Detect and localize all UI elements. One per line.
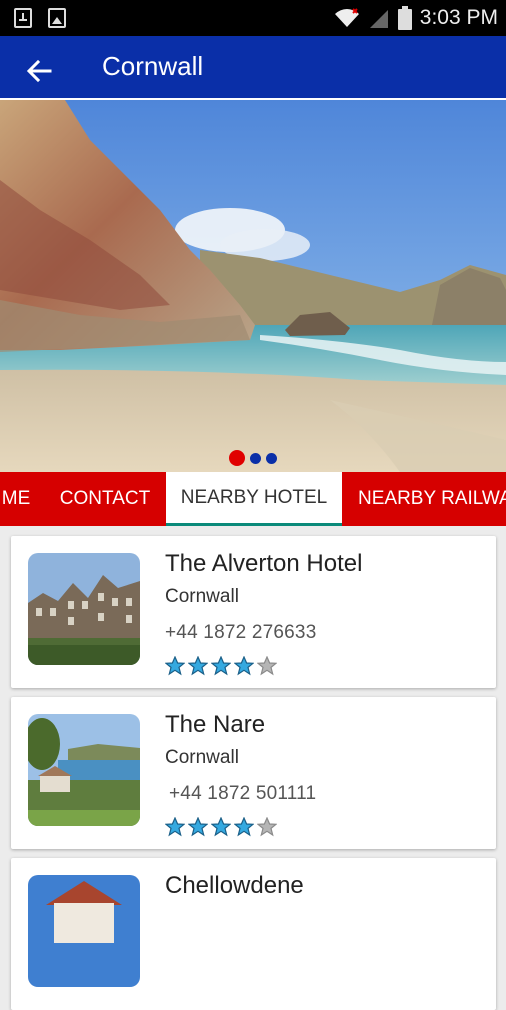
tab-bar: ME CONTACT NEARBY HOTEL NEARBY RAILWA xyxy=(0,472,506,526)
carousel-indicators xyxy=(0,450,506,466)
star-filled-icon xyxy=(188,656,208,676)
hotel-rating xyxy=(165,817,277,837)
coastal-hotel-photo xyxy=(28,714,140,826)
star-filled-icon xyxy=(211,656,231,676)
star-filled-icon xyxy=(211,817,231,837)
carousel-dot[interactable] xyxy=(266,452,277,464)
image-carousel[interactable] xyxy=(0,100,506,472)
hotel-phone[interactable]: +44 1872 501111 xyxy=(169,783,316,805)
beach-cliff-photo xyxy=(0,100,506,472)
hotel-rating xyxy=(165,656,277,676)
image-notification-icon xyxy=(48,8,66,28)
battery-icon xyxy=(397,6,412,30)
hotel-name: Chellowdene xyxy=(165,872,304,899)
arrow-left-icon xyxy=(26,59,52,83)
star-empty-icon xyxy=(257,817,277,837)
hotel-building-photo xyxy=(28,553,140,665)
hotel-location: Cornwall xyxy=(165,586,239,607)
download-notification-icon xyxy=(14,8,32,28)
app-bar: Cornwall xyxy=(0,36,506,100)
signal-icon xyxy=(369,10,388,28)
carousel-dot[interactable] xyxy=(229,450,245,466)
star-filled-icon xyxy=(234,656,254,676)
wifi-icon xyxy=(334,8,359,27)
star-filled-icon xyxy=(165,656,185,676)
hotel-location: Cornwall xyxy=(165,747,239,768)
hotel-thumbnail xyxy=(28,714,140,826)
tab-nearby-railway[interactable]: NEARBY RAILWA xyxy=(350,472,506,526)
tab-home[interactable]: ME xyxy=(0,472,40,526)
hotel-thumbnail xyxy=(28,553,140,665)
hotel-phone[interactable]: +44 1872 276633 xyxy=(165,622,316,644)
page-title: Cornwall xyxy=(102,51,204,81)
carousel-dot[interactable] xyxy=(250,452,261,464)
hotel-thumbnail xyxy=(28,875,140,987)
tab-contact[interactable]: CONTACT xyxy=(48,472,162,526)
hotel-name: The Nare xyxy=(165,711,266,738)
star-filled-icon xyxy=(234,817,254,837)
star-filled-icon xyxy=(165,817,185,837)
house-photo xyxy=(28,875,140,987)
star-empty-icon xyxy=(257,656,277,676)
notification-icons xyxy=(14,8,66,28)
status-bar: 3:03 PM xyxy=(0,0,506,36)
hotel-card[interactable]: The Nare Cornwall +44 1872 501111 xyxy=(11,697,496,849)
tab-nearby-hotel[interactable]: NEARBY HOTEL xyxy=(166,472,342,526)
back-button[interactable] xyxy=(22,54,56,88)
star-filled-icon xyxy=(188,817,208,837)
hotel-card[interactable]: The Alverton Hotel Cornwall +44 1872 276… xyxy=(11,536,496,688)
hotel-card[interactable]: Chellowdene xyxy=(11,858,496,1010)
hotel-name: The Alverton Hotel xyxy=(165,550,363,577)
status-time: 3:03 PM xyxy=(419,6,498,29)
